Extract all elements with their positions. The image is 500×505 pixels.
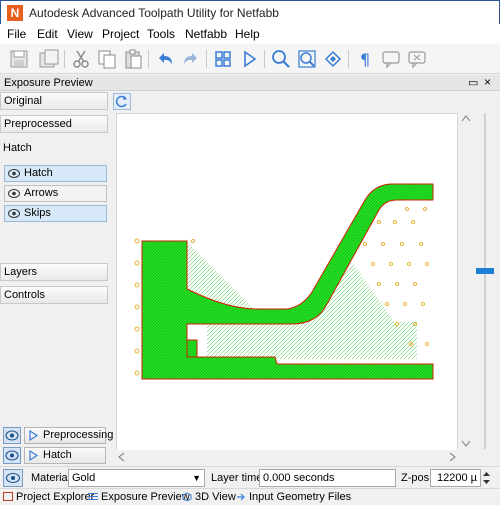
hatch-section-label: Hatch xyxy=(3,142,32,154)
menu-project[interactable]: Project xyxy=(102,27,139,41)
preprocessing-button[interactable]: Preprocessing xyxy=(24,427,113,444)
float-panel-icon[interactable]: ▭ xyxy=(468,76,478,89)
menu-view[interactable]: View xyxy=(67,27,93,41)
redo-icon[interactable] xyxy=(180,48,202,70)
menu-edit[interactable]: Edit xyxy=(37,27,58,41)
left-control-panel: Original Preprocessed Hatch Hatch Arrows… xyxy=(0,92,113,465)
eye-icon xyxy=(8,209,20,218)
chevron-down-icon: ▼ xyxy=(192,473,201,483)
list-icon xyxy=(88,493,98,500)
zoom-fit-icon[interactable] xyxy=(296,48,318,70)
material-select[interactable]: Gold ▼ xyxy=(68,469,205,487)
eye-icon xyxy=(8,189,20,198)
layer-slider-handle[interactable] xyxy=(476,268,494,274)
copy-icon[interactable] xyxy=(96,48,118,70)
title-bar: N Autodesk Advanced Toolpath Utility for… xyxy=(0,0,500,24)
material-value: Gold xyxy=(72,472,96,484)
menu-bar: File Edit View Project Tools Netfabb Hel… xyxy=(0,24,500,44)
preprocessed-button[interactable]: Preprocessed xyxy=(0,115,108,133)
panel-title: Exposure Preview xyxy=(4,77,93,89)
hatch-tool-label: Hatch xyxy=(43,449,72,461)
zpos-label: Z-pos xyxy=(401,472,430,484)
status-visibility-icon[interactable] xyxy=(3,469,23,487)
refresh-view-button[interactable] xyxy=(113,93,131,110)
tab-3d-view[interactable]: 3D View xyxy=(182,491,236,503)
zoom-icon[interactable] xyxy=(270,48,292,70)
comment-icon[interactable] xyxy=(380,48,402,70)
toggle-label: Skips xyxy=(24,207,51,219)
hatch-toggle[interactable]: Hatch xyxy=(4,165,107,182)
cut-icon[interactable] xyxy=(70,48,92,70)
bottom-tab-bar: Project Explorer Exposure Preview 3D Vie… xyxy=(0,488,500,505)
preprocessing-visibility-icon[interactable] xyxy=(3,427,21,444)
part-cross-section xyxy=(134,183,434,380)
tool-arrow-icon xyxy=(29,430,39,441)
menu-tools[interactable]: Tools xyxy=(147,27,175,41)
play-icon[interactable] xyxy=(238,48,260,70)
inner-hatch-lower xyxy=(207,322,417,359)
layers-button[interactable]: Layers xyxy=(0,263,108,281)
controls-button[interactable]: Controls xyxy=(0,286,108,304)
preprocessing-label: Preprocessing xyxy=(43,429,114,441)
hatch-visibility-icon[interactable] xyxy=(3,447,21,464)
paste-icon[interactable] xyxy=(122,48,144,70)
tab-label: Exposure Preview xyxy=(101,491,190,503)
horizontal-scrollbar[interactable] xyxy=(116,450,458,464)
close-panel-icon[interactable]: × xyxy=(484,75,491,89)
tab-label: 3D View xyxy=(195,491,236,503)
layer-time-field[interactable]: 0.000 seconds xyxy=(259,469,396,487)
tab-label: Input Geometry Files xyxy=(249,491,352,503)
zpos-field[interactable]: 12200 µ xyxy=(430,469,481,487)
tool-arrow-icon xyxy=(29,450,39,461)
zpos-spinner[interactable] xyxy=(481,469,492,487)
netfabb-app-icon: N xyxy=(7,5,23,21)
exposure-canvas[interactable] xyxy=(116,113,458,462)
import-icon xyxy=(237,493,245,501)
paragraph-icon[interactable]: ¶ xyxy=(354,48,376,70)
save-as-icon[interactable] xyxy=(38,48,60,70)
layer-slider-track[interactable] xyxy=(484,113,486,449)
zpos-value: 12200 µ xyxy=(437,472,477,484)
comment-delete-icon[interactable] xyxy=(406,48,428,70)
original-button[interactable]: Original xyxy=(0,92,108,110)
layer-time-value: 0.000 seconds xyxy=(263,472,335,484)
hatch-tool-button[interactable]: Hatch xyxy=(24,447,106,464)
tab-exposure-preview[interactable]: Exposure Preview xyxy=(88,491,190,503)
menu-netfabb[interactable]: Netfabb xyxy=(185,27,227,41)
tab-label: Project Explorer xyxy=(16,491,95,503)
skips-toggle[interactable]: Skips xyxy=(4,205,107,222)
vertical-scrollbar[interactable] xyxy=(458,113,474,449)
save-icon[interactable] xyxy=(8,48,30,70)
cube-icon xyxy=(182,492,192,501)
exposure-preview-panel-header: Exposure Preview ▭ × xyxy=(0,75,500,91)
main-toolbar: ¶ xyxy=(0,44,500,74)
eye-icon xyxy=(8,169,20,178)
arrows-toggle[interactable]: Arrows xyxy=(4,185,107,202)
refresh-icon xyxy=(115,95,127,108)
undo-icon[interactable] xyxy=(154,48,176,70)
menu-help[interactable]: Help xyxy=(235,27,260,41)
toggle-label: Arrows xyxy=(24,187,59,199)
material-label: Material xyxy=(31,472,71,484)
svg-text:¶: ¶ xyxy=(360,50,370,69)
tab-input-geometry-files[interactable]: Input Geometry Files xyxy=(236,491,351,503)
rotate-icon[interactable] xyxy=(322,48,344,70)
status-bar: Material Gold ▼ Layer time 0.000 seconds… xyxy=(0,466,500,488)
layer-time-label: Layer time xyxy=(211,472,263,484)
tab-project-explorer[interactable]: Project Explorer xyxy=(3,491,94,503)
toggle-label: Hatch xyxy=(24,167,53,179)
grid-icon[interactable] xyxy=(212,48,234,70)
menu-file[interactable]: File xyxy=(7,27,26,41)
project-icon xyxy=(3,492,13,501)
window-title: Autodesk Advanced Toolpath Utility for N… xyxy=(29,6,279,20)
